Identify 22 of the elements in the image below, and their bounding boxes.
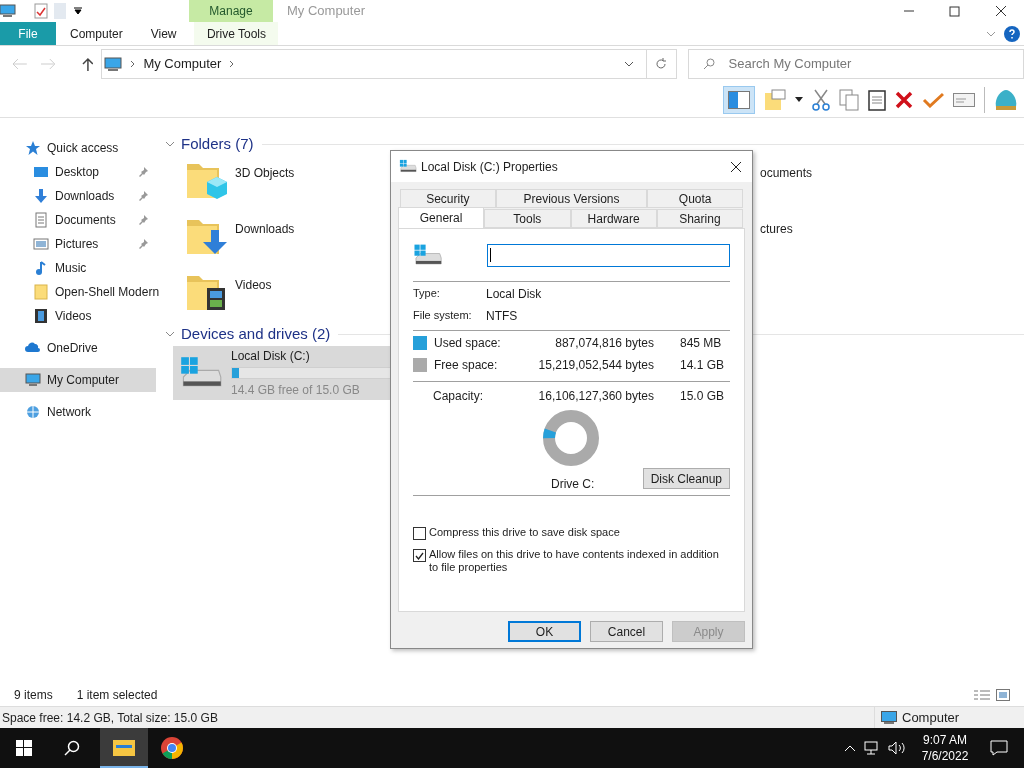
property-label: Free space: [434, 356, 499, 374]
drive-name: Local Disk (C:) [231, 348, 311, 365]
size-value: 15.0 GB [680, 387, 725, 405]
selection-count: 1 item selected [76, 687, 158, 704]
property-label: Used space: [434, 334, 502, 352]
property-label: Type: [413, 286, 441, 302]
location-label: Computer [902, 708, 960, 727]
byte-count: 15,219,052,544 bytes [537, 356, 654, 374]
property-label: Capacity: [433, 387, 485, 405]
space-summary: Space free: 14.2 GB, Total size: 15.0 GB [2, 709, 218, 727]
drive-label: Drive C: [551, 476, 595, 493]
size-value: 14.1 GB [680, 356, 725, 374]
property-label: File system: [413, 308, 473, 324]
byte-count: 16,106,127,360 bytes [537, 387, 654, 405]
property-value: Local Disk [486, 285, 542, 303]
window-title: My Computer [287, 2, 366, 21]
property-value: NTFS [486, 307, 518, 325]
drive-free-space: 14.4 GB free of 15.0 GB [231, 382, 361, 399]
byte-count: 887,074,816 bytes [554, 334, 654, 352]
item-count: 9 items [14, 687, 53, 704]
size-value: 845 MB [680, 334, 722, 352]
dialog-title: Local Disk (C:) Properties [421, 158, 558, 176]
